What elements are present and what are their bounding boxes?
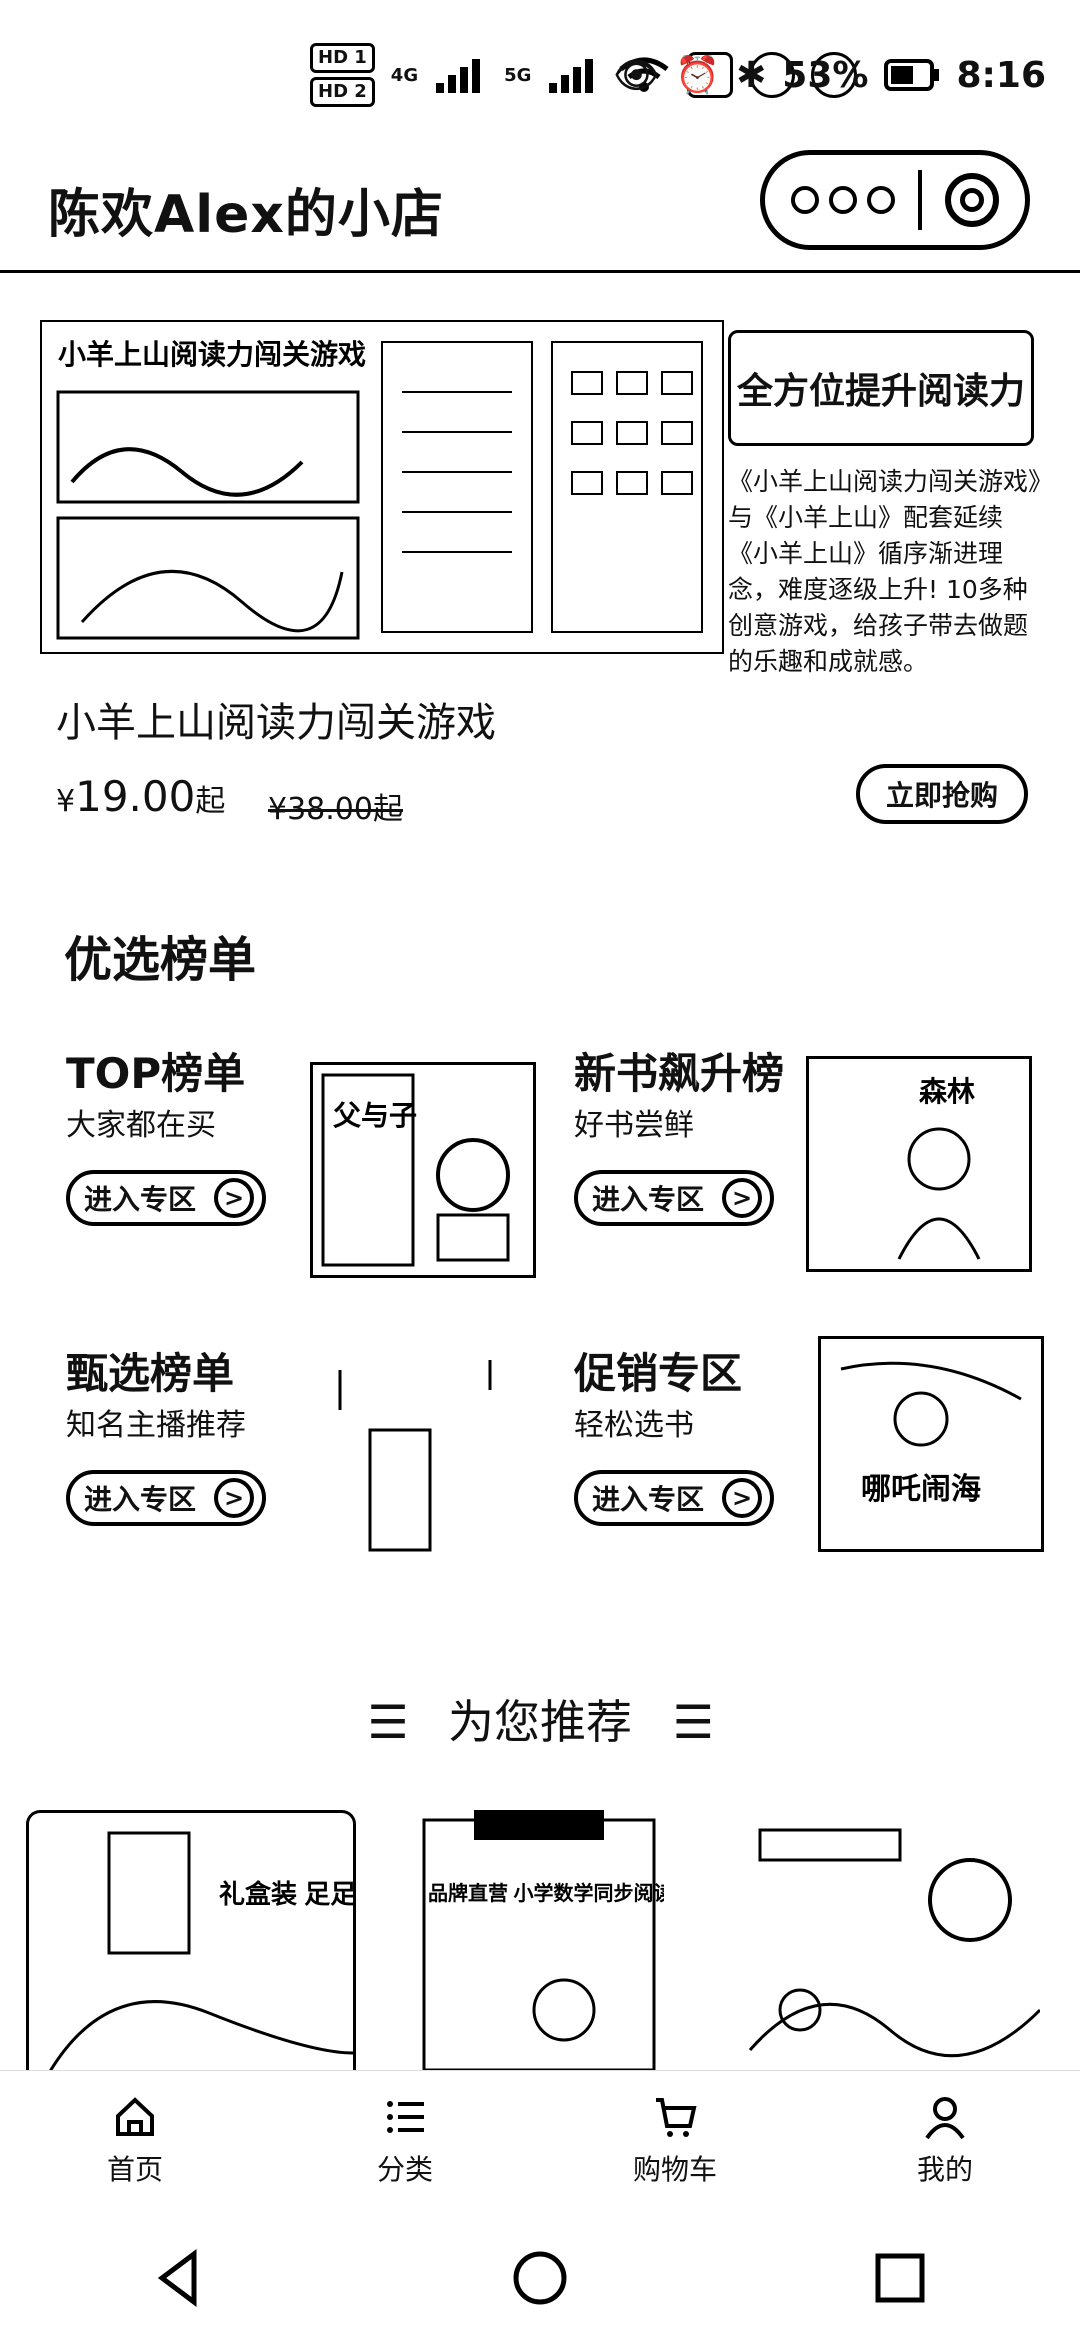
enter-zone-label: 进入专区 bbox=[592, 1483, 705, 1516]
clock-time: 8:16 bbox=[956, 54, 1046, 96]
mini-program-capsule bbox=[760, 150, 1030, 250]
hd-indicator: HD 1 HD 2 bbox=[310, 43, 375, 107]
product-image bbox=[748, 1828, 1042, 2058]
list-icon bbox=[387, 2101, 424, 2133]
tab-category[interactable]: 分类 bbox=[270, 2071, 540, 2211]
recent-apps-icon[interactable] bbox=[870, 2248, 930, 2308]
network-5g-label: 5G bbox=[504, 64, 532, 86]
rec-label: 品牌直营 小学数学同步阅读 bbox=[428, 1881, 664, 1905]
bluetooth-icon: ✱ bbox=[736, 54, 767, 96]
tab-label: 首页 bbox=[106, 2153, 163, 2186]
battery-percent: 53% bbox=[782, 54, 869, 96]
cover-text: 父与子 bbox=[333, 1100, 417, 1131]
status-right: 👁 ⏰ ✱ 53% 8:16 bbox=[614, 40, 1046, 110]
banner-illustration: 小羊上山阅读力闯关游戏 bbox=[56, 339, 703, 640]
banner-badge: 全方位提升阅读力 bbox=[728, 330, 1034, 446]
enter-zone-label: 进入专区 bbox=[84, 1183, 197, 1216]
hd1-label: HD 1 bbox=[310, 43, 375, 73]
recommend-title: ☰ 为您推荐 ☰ bbox=[0, 1686, 1080, 1752]
enter-zone-button[interactable]: 进入专区 > bbox=[66, 1170, 266, 1226]
title-decoration-icon: ☰ bbox=[367, 1695, 409, 1749]
chevron-right-icon: > bbox=[722, 1478, 762, 1518]
recommend-title-text: 为您推荐 bbox=[448, 1695, 632, 1749]
chevron-right-icon: > bbox=[214, 1178, 254, 1218]
cover-text: 哪吒闹海 bbox=[861, 1473, 981, 1506]
ranking-subtitle: 好书尝鲜 bbox=[574, 1108, 694, 1143]
more-icon[interactable] bbox=[791, 186, 895, 214]
price-suffix: 起 bbox=[195, 784, 226, 819]
ranking-subtitle: 轻松选书 bbox=[574, 1408, 694, 1443]
price-value: 19.00 bbox=[75, 772, 196, 821]
product-image: 品牌直营 小学数学同步阅读 bbox=[422, 1810, 674, 2072]
enter-zone-button[interactable]: 进入专区 > bbox=[574, 1470, 774, 1526]
banner-cover-image[interactable]: 小羊上山阅读力闯关游戏 bbox=[40, 320, 724, 654]
hd2-label: HD 2 bbox=[310, 77, 375, 107]
book-cover-illustration: 森林 bbox=[897, 1076, 981, 1260]
buy-now-button[interactable]: 立即抢购 bbox=[856, 764, 1028, 824]
network-4g-label: 4G bbox=[390, 64, 419, 86]
ranking-title: TOP榜单 bbox=[66, 1049, 246, 1098]
capsule-divider bbox=[918, 170, 922, 230]
cart-icon bbox=[656, 2098, 697, 2137]
ranking-subtitle: 知名主播推荐 bbox=[66, 1408, 246, 1443]
product-image: 礼盒装 足足100册 bbox=[47, 1831, 426, 2074]
product-name[interactable]: 小羊上山阅读力闯关游戏 bbox=[56, 690, 496, 748]
rankings-section-title: 优选榜单 bbox=[64, 932, 257, 988]
tab-home[interactable]: 首页 bbox=[0, 2071, 270, 2211]
ranking-subtitle: 大家都在买 bbox=[66, 1108, 216, 1143]
status-bar: HD 1 HD 2 4G 5G 👁 ⏰ ✱ 53% 8:16 bbox=[0, 0, 1080, 140]
price-symbol: ¥ bbox=[56, 784, 76, 819]
recommend-item-1[interactable]: 礼盒装 足足100册 bbox=[26, 1810, 426, 2074]
ranking-cover-new-books[interactable]: 森林 bbox=[806, 1056, 1032, 1272]
tab-label: 分类 bbox=[376, 2153, 433, 2186]
tab-mine[interactable]: 我的 bbox=[810, 2071, 1080, 2211]
signal-icon-2 bbox=[549, 59, 594, 93]
user-icon bbox=[925, 2097, 965, 2140]
original-price: ¥38.00起 bbox=[268, 792, 403, 827]
banner-side-panel: 全方位提升阅读力 《小羊上山阅读力闯关游戏》与《小羊上山》配套延续《小羊上山》循… bbox=[728, 330, 1048, 680]
eye-icon: 👁 bbox=[613, 55, 660, 96]
recommend-item-3[interactable] bbox=[740, 1810, 1042, 2070]
enter-zone-button[interactable]: 进入专区 > bbox=[574, 1170, 774, 1226]
enter-zone-label: 进入专区 bbox=[84, 1483, 197, 1516]
alarm-icon: ⏰ bbox=[675, 55, 721, 96]
product-price: ¥19.00起 bbox=[56, 772, 225, 821]
enter-zone-label: 进入专区 bbox=[592, 1183, 705, 1216]
chevron-right-icon: > bbox=[722, 1178, 762, 1218]
book-cover-illustration: 父与子 bbox=[321, 1073, 510, 1267]
ranking-cover-promotion[interactable]: 哪吒闹海 bbox=[818, 1336, 1044, 1552]
title-decoration-icon: ☰ bbox=[672, 1695, 714, 1749]
rec-label: 礼盒装 足足100册 bbox=[219, 1879, 353, 1909]
tab-label: 我的 bbox=[916, 2153, 973, 2186]
back-icon[interactable] bbox=[150, 2248, 210, 2308]
banner-description: 《小羊上山阅读力闯关游戏》与《小羊上山》配套延续《小羊上山》循序渐进理念，难度逐… bbox=[728, 467, 1041, 676]
tab-cart[interactable]: 购物车 bbox=[540, 2071, 810, 2211]
book-cover-illustration bbox=[338, 1360, 492, 1552]
recommend-item-2[interactable]: 品牌直营 小学数学同步阅读 bbox=[414, 1810, 674, 2072]
ranking-title: 甄选榜单 bbox=[66, 1349, 235, 1398]
enter-zone-button[interactable]: 进入专区 > bbox=[66, 1470, 266, 1526]
tab-label: 购物车 bbox=[632, 2153, 717, 2186]
close-target-icon[interactable] bbox=[945, 173, 999, 227]
bottom-tab-bar: 首页 分类 购物车 我的 bbox=[0, 2070, 1080, 2211]
signal-icon bbox=[436, 59, 481, 93]
banner-cover-title: 小羊上山阅读力闯关游戏 bbox=[58, 339, 366, 370]
book-cover-illustration: 哪吒闹海 bbox=[840, 1361, 1022, 1506]
shop-title: 陈欢Alex的小店 bbox=[48, 185, 444, 245]
ranking-title: 促销专区 bbox=[574, 1349, 743, 1398]
ranking-title: 新书飙升榜 bbox=[574, 1049, 785, 1098]
home-circle-icon[interactable] bbox=[510, 2248, 570, 2308]
chevron-right-icon: > bbox=[214, 1478, 254, 1518]
system-navigation-bar bbox=[0, 2215, 1080, 2340]
ranking-cover-curated[interactable] bbox=[320, 1350, 540, 1560]
battery-icon bbox=[884, 59, 940, 91]
home-icon bbox=[116, 2097, 154, 2136]
ranking-cover-top[interactable]: 父与子 bbox=[310, 1062, 536, 1278]
cover-text: 森林 bbox=[919, 1076, 975, 1107]
